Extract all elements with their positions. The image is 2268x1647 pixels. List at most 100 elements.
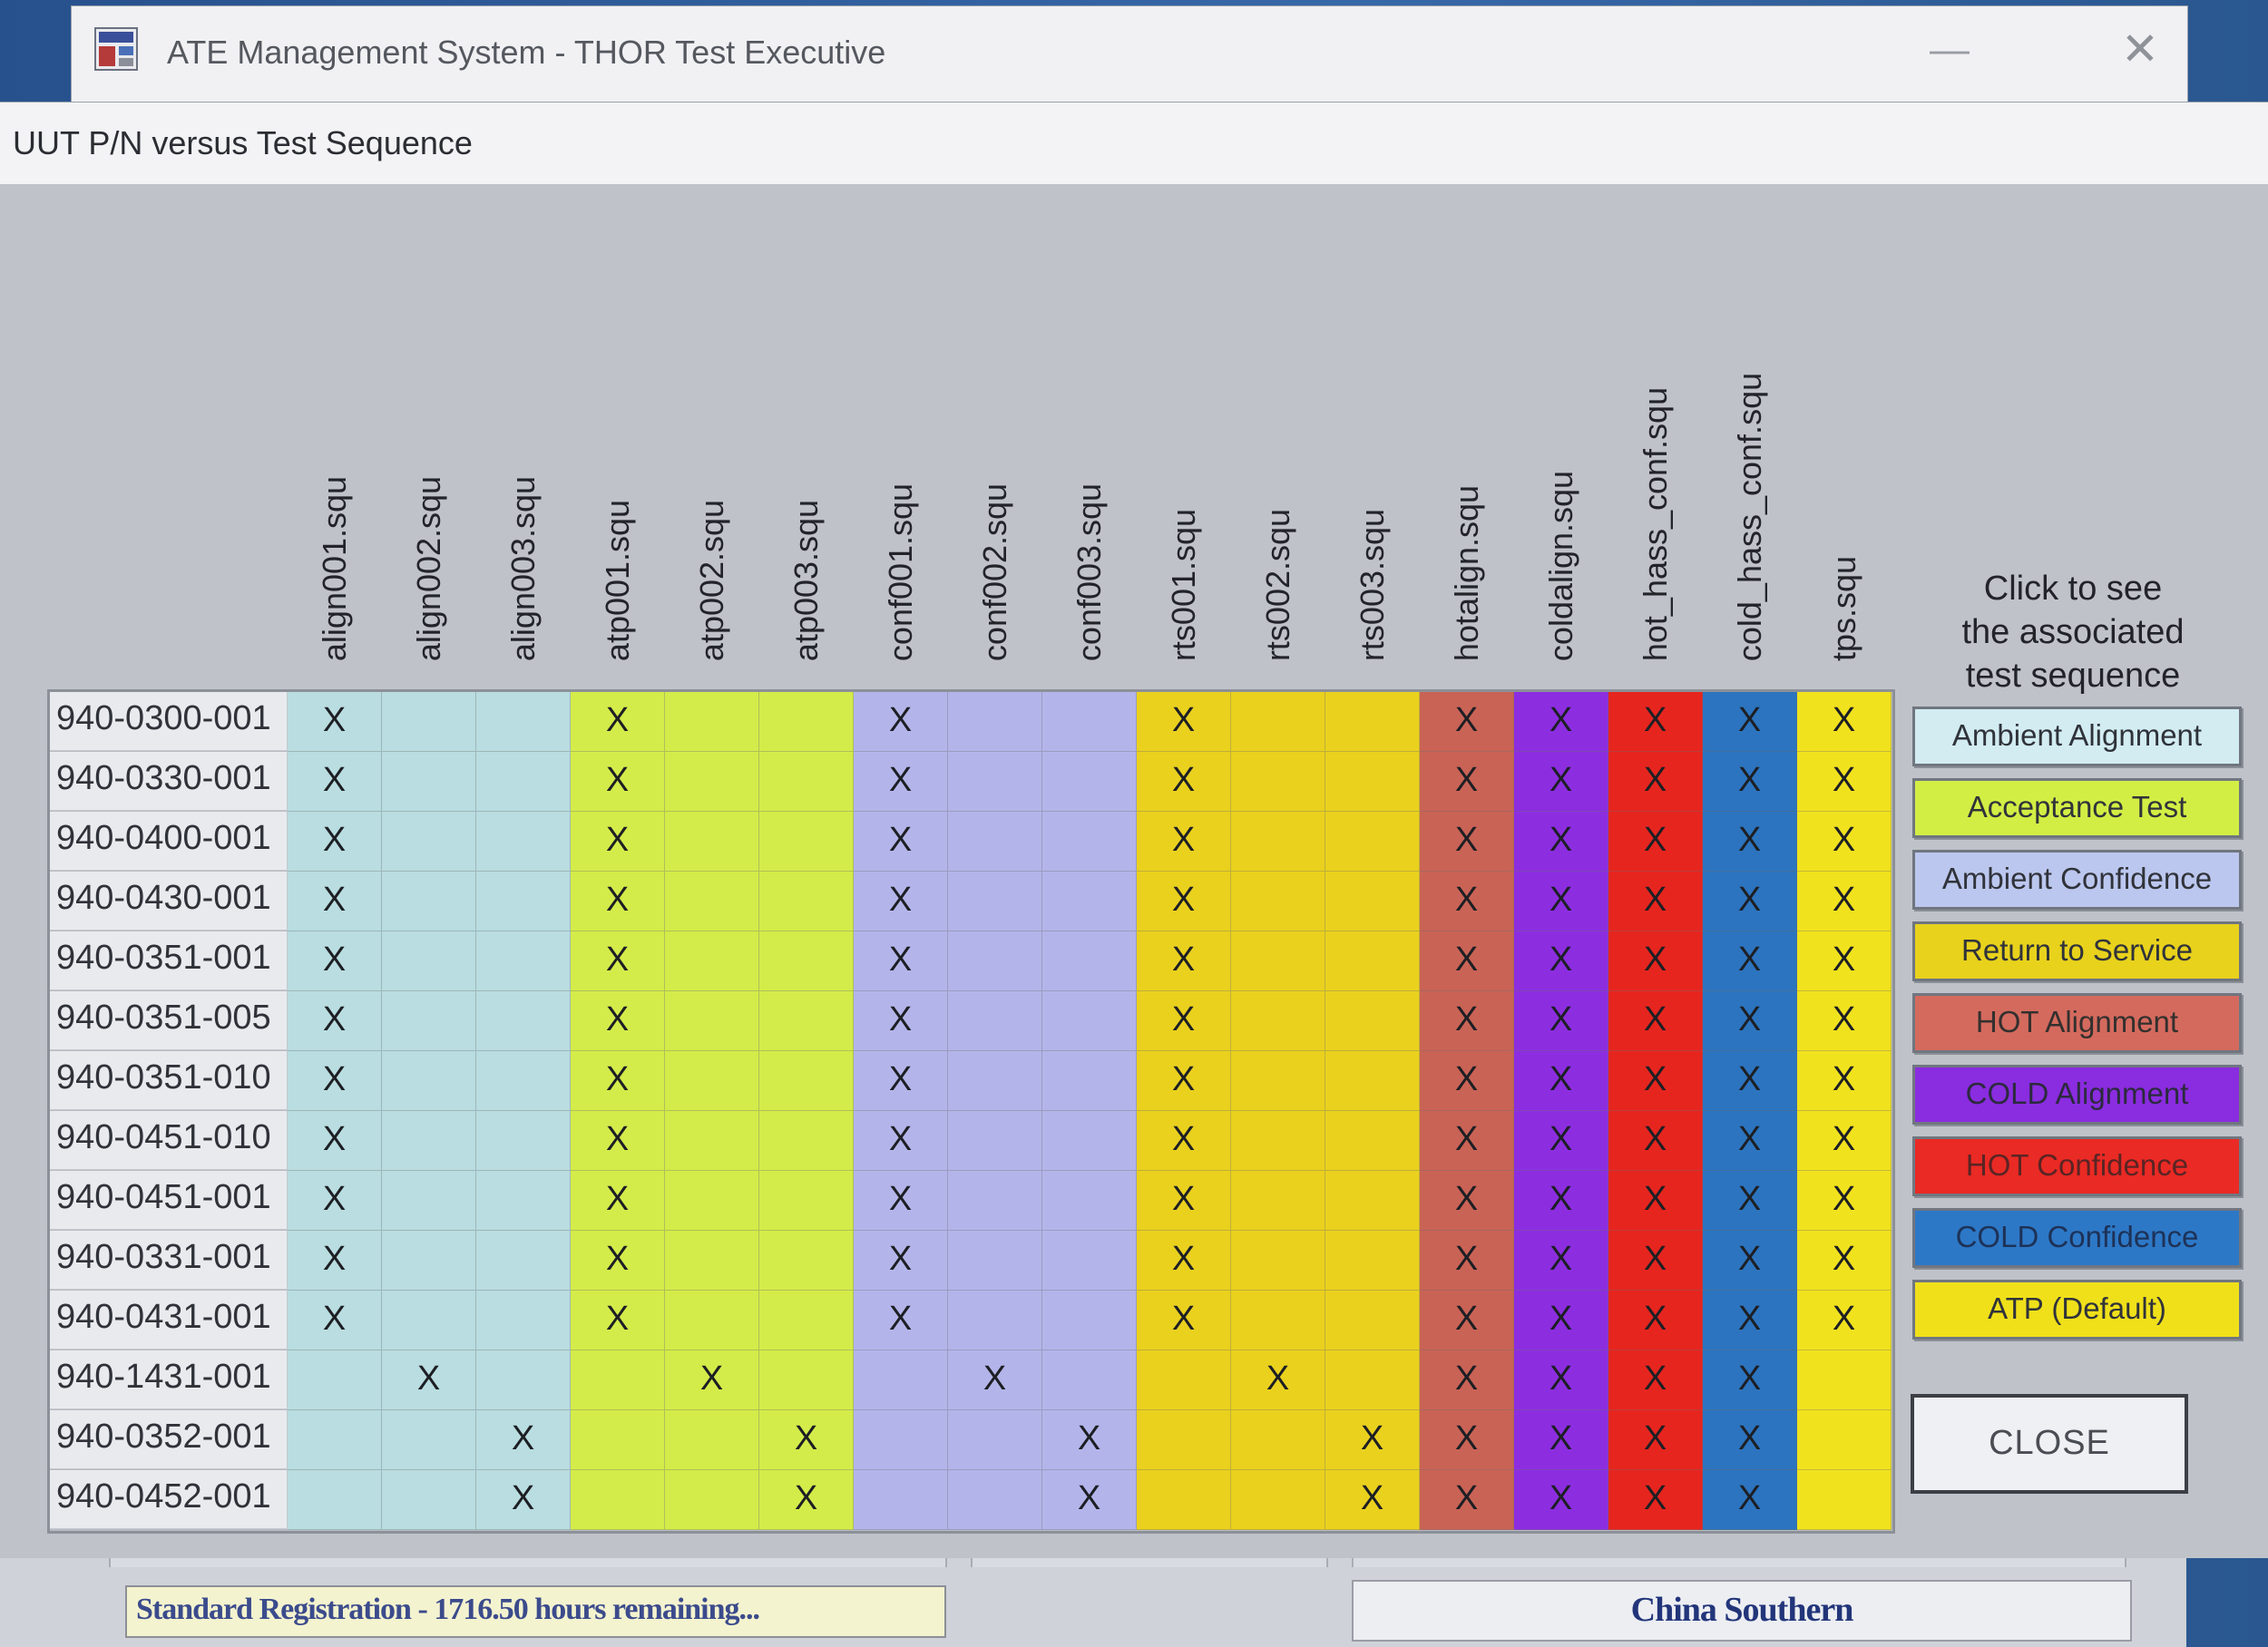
sequence-mark-cell: X	[1137, 991, 1231, 1051]
empty-cell	[665, 931, 759, 991]
sequence-mark-cell: X	[665, 1350, 759, 1410]
empty-cell	[854, 1350, 948, 1410]
sequence-mark-cell: X	[1703, 931, 1797, 991]
sequence-mark-cell: X	[759, 1470, 854, 1530]
sequence-mark-cell: X	[1703, 1051, 1797, 1111]
legend-caption: Click to see the associated test sequenc…	[1892, 567, 2254, 697]
empty-cell	[288, 1470, 382, 1530]
table-row: 940-0430-001 X X X X X X X X X	[50, 872, 1892, 931]
empty-cell	[1325, 1291, 1420, 1350]
legend-button-cold-confidence[interactable]: COLD Confidence	[1912, 1208, 2242, 1268]
part-number-cell: 940-0452-001	[50, 1470, 288, 1529]
sequence-mark-cell: X	[1608, 872, 1703, 931]
column-header-label: atp003.squ	[787, 499, 825, 662]
sequence-mark-cell: X	[1420, 1410, 1514, 1470]
column-header-label: atp002.squ	[693, 499, 730, 662]
table-row: 940-0351-001 X X X X X X X X X	[50, 931, 1892, 991]
empty-cell	[665, 812, 759, 872]
legend-button-hot-confidence[interactable]: HOT Confidence	[1912, 1136, 2242, 1196]
empty-cell	[1231, 1470, 1325, 1530]
part-number-cell: 940-1431-001	[50, 1350, 288, 1409]
empty-cell	[1042, 1350, 1137, 1410]
empty-cell	[1231, 692, 1325, 752]
empty-cell	[382, 1231, 476, 1291]
sequence-mark-cell: X	[288, 931, 382, 991]
empty-cell	[665, 752, 759, 812]
empty-cell	[288, 1350, 382, 1410]
sequence-mark-cell: X	[288, 752, 382, 812]
empty-cell	[759, 1051, 854, 1111]
sequence-mark-cell: X	[1703, 1350, 1797, 1410]
empty-cell	[571, 1470, 665, 1530]
column-header-conf002-squ: conf002.squ	[948, 331, 1042, 668]
legend-button-ambient-alignment[interactable]: Ambient Alignment	[1912, 707, 2242, 766]
sequence-mark-cell: X	[571, 1171, 665, 1231]
sequence-mark-cell: X	[1703, 1470, 1797, 1530]
legend-button-acceptance-test[interactable]: Acceptance Test	[1912, 778, 2242, 838]
empty-cell	[948, 1291, 1042, 1350]
close-window-button[interactable]: ✕	[2113, 17, 2167, 81]
empty-cell	[1325, 1171, 1420, 1231]
sequence-mark-cell: X	[1703, 1410, 1797, 1470]
column-header-label: conf002.squ	[976, 482, 1013, 662]
sequence-mark-cell: X	[571, 692, 665, 752]
sequence-mark-cell: X	[1325, 1410, 1420, 1470]
sequence-mark-cell: X	[1514, 1231, 1608, 1291]
sequence-mark-cell: X	[1231, 1350, 1325, 1410]
part-number-cell: 940-0430-001	[50, 872, 288, 931]
empty-cell	[382, 931, 476, 991]
empty-cell	[1231, 1291, 1325, 1350]
empty-cell	[382, 1291, 476, 1350]
empty-cell	[759, 991, 854, 1051]
empty-cell	[1231, 812, 1325, 872]
legend-button-return-to-service[interactable]: Return to Service	[1912, 921, 2242, 981]
sequence-mark-cell: X	[1797, 812, 1892, 872]
sequence-mark-cell: X	[1514, 1171, 1608, 1231]
sequence-mark-cell: X	[1042, 1470, 1137, 1530]
sequence-mark-cell: X	[1797, 931, 1892, 991]
close-button[interactable]: CLOSE	[1911, 1394, 2188, 1494]
part-number-cell: 940-0400-001	[50, 812, 288, 871]
table-row: 940-0331-001 X X X X X X X X X	[50, 1231, 1892, 1291]
legend-button-hot-alignment[interactable]: HOT Alignment	[1912, 993, 2242, 1053]
table-row: 940-0300-001 X X X X X X X X X	[50, 692, 1892, 752]
empty-cell	[571, 1410, 665, 1470]
legend-caption-line: test sequence	[1965, 657, 2181, 695]
empty-cell	[1325, 812, 1420, 872]
empty-cell	[476, 931, 571, 991]
sequence-mark-cell: X	[854, 812, 948, 872]
sequence-mark-cell: X	[1797, 991, 1892, 1051]
table-row: 940-0330-001 X X X X X X X X X	[50, 752, 1892, 812]
legend-button-atp-default[interactable]: ATP (Default)	[1912, 1280, 2242, 1340]
sequence-mark-cell: X	[1703, 1231, 1797, 1291]
sequence-mark-cell: X	[1608, 1051, 1703, 1111]
sequence-mark-cell: X	[288, 991, 382, 1051]
empty-cell	[759, 752, 854, 812]
empty-cell	[1231, 1171, 1325, 1231]
sequence-mark-cell: X	[1137, 931, 1231, 991]
legend-button-cold-alignment[interactable]: COLD Alignment	[1912, 1065, 2242, 1125]
empty-cell	[854, 1470, 948, 1530]
minimize-button[interactable]: —	[1922, 23, 1977, 77]
empty-cell	[948, 1410, 1042, 1470]
sequence-mark-cell: X	[1137, 692, 1231, 752]
sequence-mark-cell: X	[854, 1111, 948, 1171]
sequence-mark-cell: X	[1608, 1410, 1703, 1470]
sequence-mark-cell: X	[1420, 1171, 1514, 1231]
sequence-mark-cell: X	[1514, 1111, 1608, 1171]
sequence-mark-cell: X	[1137, 1291, 1231, 1350]
sequence-mark-cell: X	[1420, 991, 1514, 1051]
empty-cell	[1231, 1111, 1325, 1171]
sequence-mark-cell: X	[1137, 812, 1231, 872]
table-row: 940-0451-010 X X X X X X X X X	[50, 1111, 1892, 1171]
column-header-label: cold_hass_conf.squ	[1731, 372, 1768, 662]
empty-cell	[1325, 991, 1420, 1051]
empty-cell	[1231, 1231, 1325, 1291]
legend-button-ambient-confidence[interactable]: Ambient Confidence	[1912, 850, 2242, 910]
legend-caption-line: Click to see	[1983, 570, 2163, 608]
empty-cell	[1042, 1111, 1137, 1171]
empty-cell	[1042, 752, 1137, 812]
sequence-mark-cell: X	[571, 872, 665, 931]
sequence-mark-cell: X	[1514, 692, 1608, 752]
sequence-mark-cell: X	[1797, 692, 1892, 752]
